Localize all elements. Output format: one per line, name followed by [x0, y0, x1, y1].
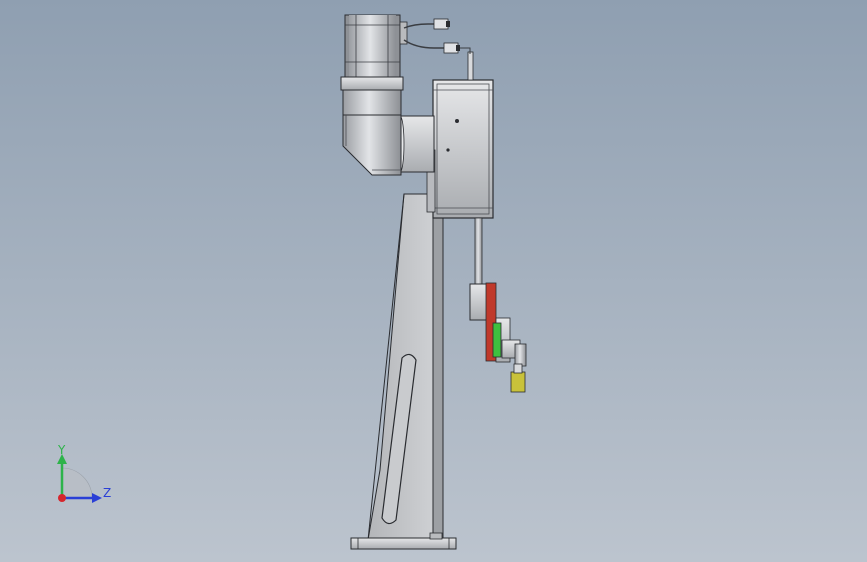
- right-angle-reducer[interactable]: [342, 89, 402, 176]
- y-axis-label: Y: [58, 443, 66, 457]
- support-bracket[interactable]: [367, 193, 444, 541]
- cad-model[interactable]: [0, 0, 867, 562]
- yellow-tool: [510, 371, 526, 393]
- triad-quarter-disc: [61, 467, 93, 499]
- gearbox-housing[interactable]: [426, 51, 494, 219]
- motor-cables: [403, 18, 471, 54]
- z-axis-label: Z: [103, 486, 112, 500]
- drive-shaft[interactable]: [395, 115, 435, 173]
- green-plate: [492, 322, 502, 358]
- graphics-viewport[interactable]: Y Z: [0, 0, 867, 562]
- gripper-assembly[interactable]: [469, 217, 527, 393]
- connector-top: [433, 18, 449, 30]
- servo-motor[interactable]: [340, 14, 408, 91]
- connector-bottom: [443, 42, 459, 54]
- x-axis-dot: [58, 494, 66, 502]
